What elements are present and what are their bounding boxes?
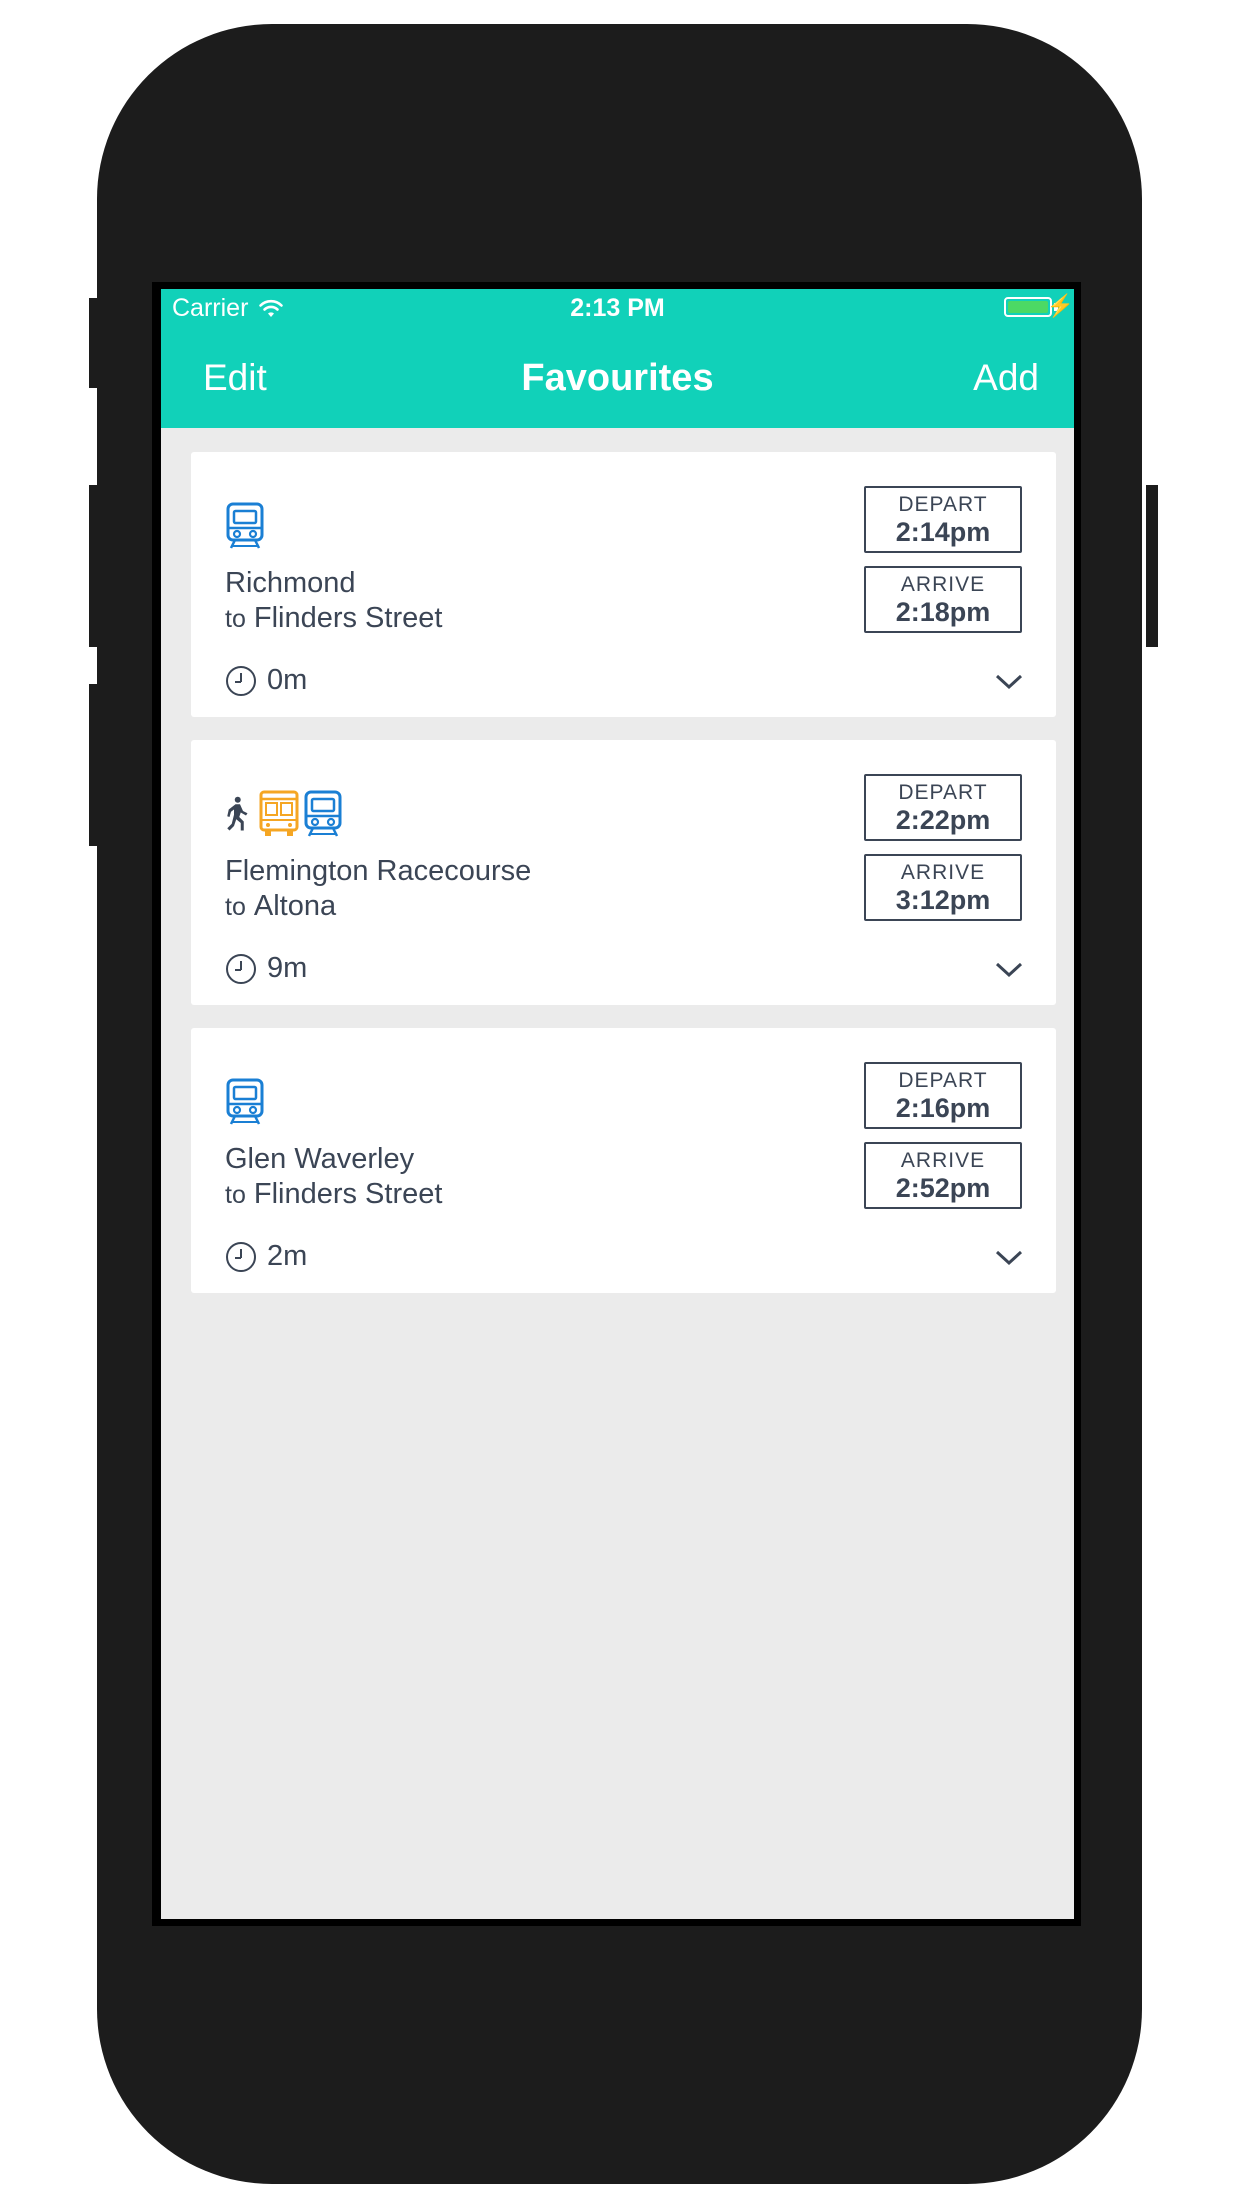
add-button[interactable]: Add bbox=[973, 357, 1039, 399]
transport-modes bbox=[225, 1076, 265, 1126]
origin-stop: Flemington Racecourse bbox=[225, 855, 532, 887]
depart-label: DEPART bbox=[898, 1069, 988, 1092]
arrive-time: 2:18pm bbox=[895, 597, 991, 627]
arrive-time: 2:52pm bbox=[895, 1173, 991, 1203]
depart-time: 2:14pm bbox=[895, 517, 991, 547]
arrive-label: ARRIVE bbox=[900, 1149, 986, 1172]
depart-box: DEPART 2:22pm bbox=[864, 774, 1022, 841]
app-screen: Carrier 2:13 PM ⚡ Edit Favourites Add Ri… bbox=[161, 289, 1074, 1919]
page-title: Favourites bbox=[521, 357, 714, 399]
status-time: 2:13 PM bbox=[570, 294, 665, 322]
battery-icon bbox=[1004, 297, 1052, 317]
walk-icon bbox=[227, 796, 248, 831]
arrive-time: 3:12pm bbox=[895, 885, 991, 915]
destination-line: to Altona bbox=[225, 890, 336, 923]
clock-icon bbox=[226, 953, 256, 984]
favourite-card[interactable]: Richmond to Flinders Street 0m DEPART 2:1… bbox=[191, 452, 1056, 717]
depart-time: 2:22pm bbox=[895, 805, 991, 835]
transport-modes bbox=[225, 788, 343, 838]
to-label: to bbox=[225, 1181, 246, 1209]
arrive-box: ARRIVE 2:52pm bbox=[864, 1142, 1022, 1209]
clock-icon bbox=[226, 665, 256, 696]
destination-stop: Flinders Street bbox=[253, 602, 443, 634]
volume-up-button bbox=[89, 485, 101, 647]
to-label: to bbox=[225, 893, 246, 921]
status-bar: Carrier 2:13 PM ⚡ bbox=[161, 289, 1074, 329]
train-icon bbox=[304, 790, 342, 837]
favourite-card[interactable]: Glen Waverley to Flinders Street 2m DEPAR… bbox=[191, 1028, 1056, 1293]
destination-stop: Altona bbox=[253, 890, 337, 922]
origin-stop: Glen Waverley bbox=[225, 1143, 415, 1175]
charging-bolt-icon: ⚡ bbox=[1046, 293, 1074, 318]
destination-stop: Flinders Street bbox=[253, 1178, 443, 1210]
duration: 0m bbox=[225, 664, 307, 697]
chevron-down-icon[interactable] bbox=[994, 1248, 1024, 1268]
transport-modes bbox=[225, 500, 265, 550]
arrive-box: ARRIVE 2:18pm bbox=[864, 566, 1022, 633]
destination-line: to Flinders Street bbox=[225, 602, 442, 635]
chevron-down-icon[interactable] bbox=[994, 960, 1024, 980]
depart-label: DEPART bbox=[898, 493, 988, 516]
depart-box: DEPART 2:14pm bbox=[864, 486, 1022, 553]
navigation-bar: Edit Favourites Add bbox=[161, 329, 1074, 428]
duration: 9m bbox=[225, 952, 307, 985]
bus-icon bbox=[259, 790, 299, 836]
to-label: to bbox=[225, 605, 246, 633]
arrive-box: ARRIVE 3:12pm bbox=[864, 854, 1022, 921]
duration-value: 0m bbox=[267, 664, 308, 696]
duration: 2m bbox=[225, 1240, 307, 1273]
depart-time: 2:16pm bbox=[895, 1093, 991, 1123]
power-button bbox=[1146, 485, 1158, 647]
arrive-label: ARRIVE bbox=[900, 861, 986, 884]
clock-icon bbox=[226, 1241, 256, 1272]
favourite-card[interactable]: Flemington Racecourse to Altona 9m DEPART… bbox=[191, 740, 1056, 1005]
volume-down-button bbox=[89, 684, 101, 846]
depart-label: DEPART bbox=[898, 781, 988, 804]
mute-switch bbox=[89, 298, 101, 388]
chevron-down-icon[interactable] bbox=[994, 672, 1024, 692]
arrive-label: ARRIVE bbox=[900, 573, 986, 596]
train-icon bbox=[226, 1078, 264, 1125]
depart-box: DEPART 2:16pm bbox=[864, 1062, 1022, 1129]
train-icon bbox=[226, 502, 264, 549]
duration-value: 2m bbox=[267, 1240, 308, 1272]
duration-value: 9m bbox=[267, 952, 308, 984]
destination-line: to Flinders Street bbox=[225, 1178, 442, 1211]
origin-stop: Richmond bbox=[225, 567, 356, 599]
